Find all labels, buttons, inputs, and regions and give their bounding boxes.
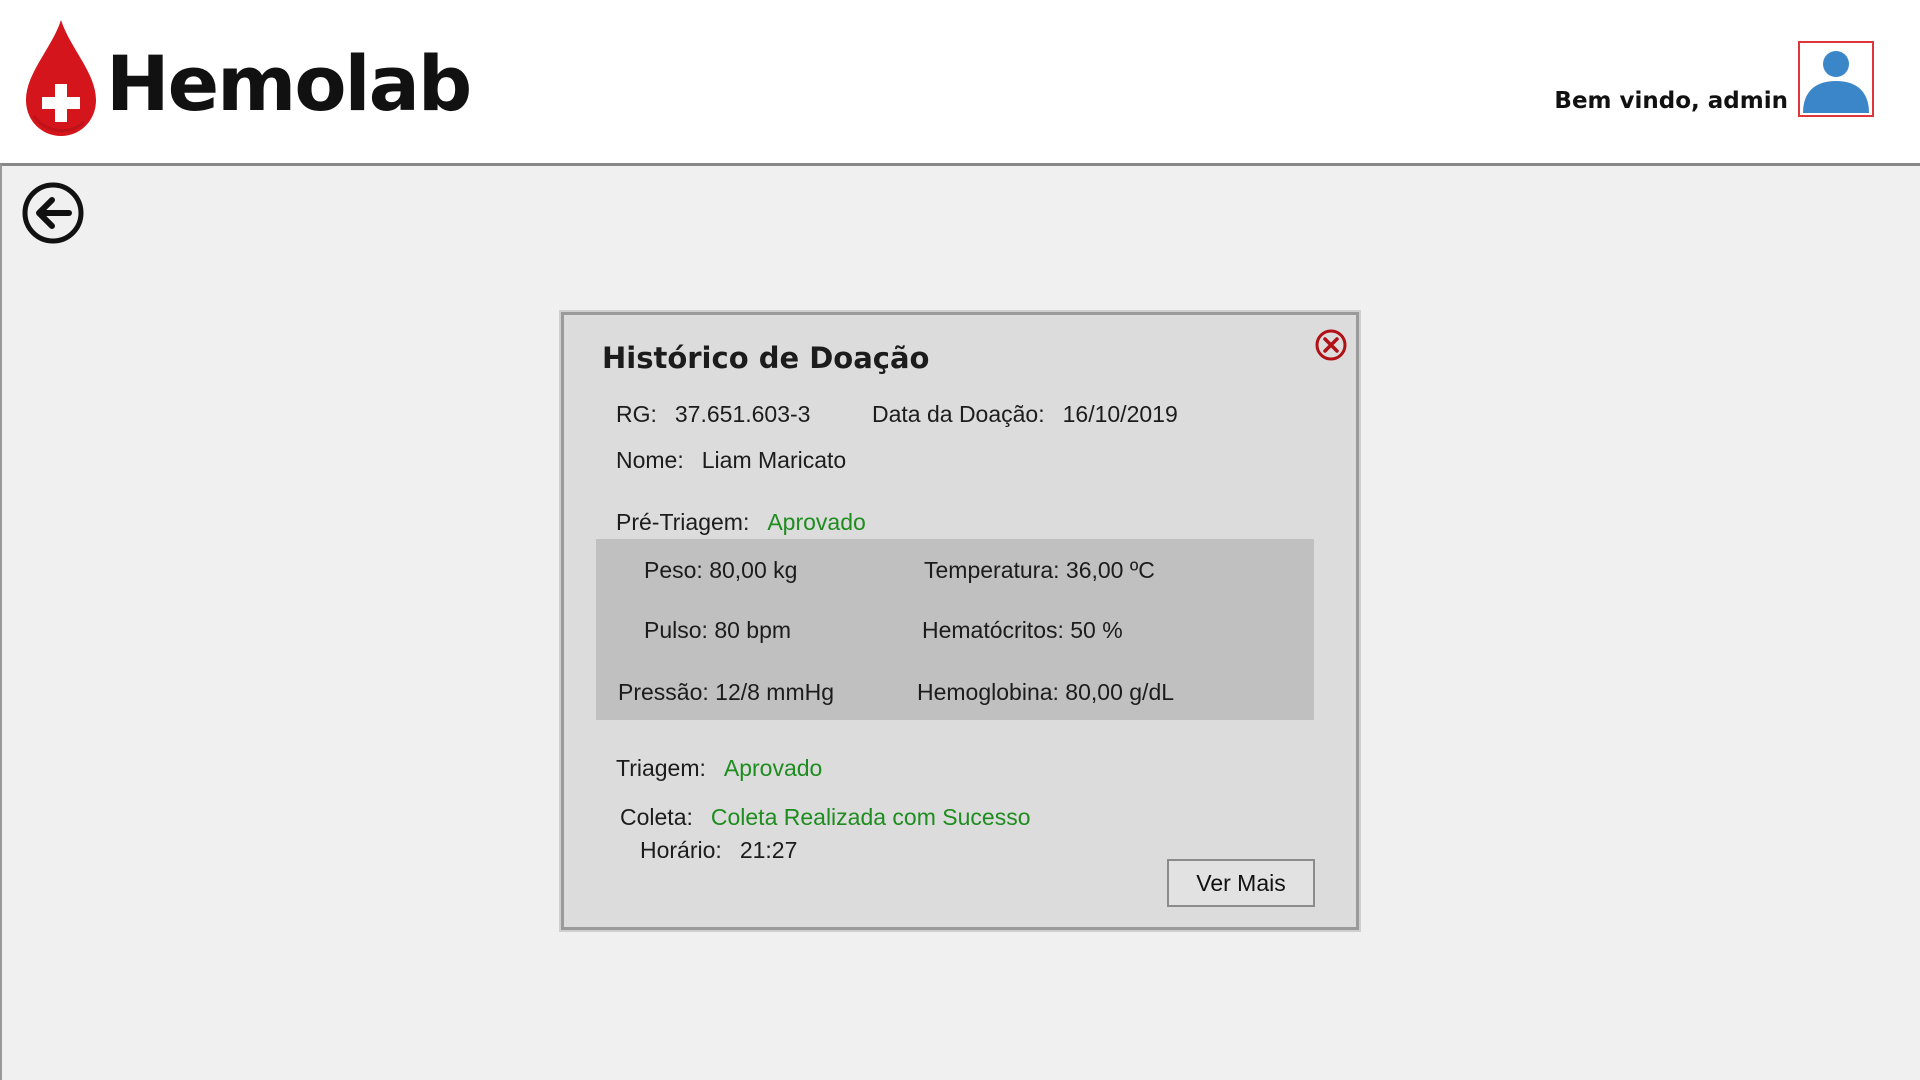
vital-hematocritos: Hematócritos: 50 % [922, 617, 1123, 643]
arrow-left-circle-icon [22, 182, 84, 244]
triagem-row: Triagem: Aprovado [616, 755, 822, 782]
name-label: Nome: [616, 447, 684, 473]
blood-drop-cross-icon [26, 20, 96, 136]
rg-row: RG: 37.651.603-3 [616, 401, 810, 428]
name-row: Nome: Liam Maricato [616, 447, 846, 474]
welcome-text: Bem vindo, admin [1554, 88, 1788, 114]
vital-pressao: Pressão: 12/8 mmHg [618, 679, 835, 705]
date-row: Data da Doação: 16/10/2019 [872, 401, 1178, 428]
coleta-status: Coleta Realizada com Sucesso [710, 804, 1031, 830]
pretriagem-label: Pré-Triagem: [616, 509, 750, 535]
app-header: Hemolab Bem vindo, admin [0, 0, 1920, 163]
user-avatar-button[interactable] [1798, 41, 1874, 117]
pretriagem-row: Pré-Triagem: Aprovado [616, 509, 866, 536]
close-circle-icon [1315, 329, 1347, 361]
date-label: Data da Doação: [872, 401, 1045, 427]
vital-hemoglobina: Hemoglobina: 80,00 g/dL [917, 679, 1175, 705]
vital-temperatura: Temperatura: 36,00 ºC [924, 557, 1155, 583]
ver-mais-button[interactable]: Ver Mais [1167, 859, 1315, 907]
modal-title: Histórico de Doação [602, 341, 930, 375]
rg-label: RG: [616, 401, 657, 427]
vital-peso: Peso: 80,00 kg [644, 557, 798, 583]
horario-row: Horário: 21:27 [640, 837, 797, 864]
user-avatar-icon [1803, 51, 1869, 113]
vitals-panel: Peso: 80,00 kg Temperatura: 36,00 ºC Pul… [596, 539, 1314, 720]
donation-history-modal: Histórico de Doação RG: 37.651.603-3 Data… [561, 312, 1359, 930]
pretriagem-status: Aprovado [767, 509, 866, 535]
name-value: Liam Maricato [701, 447, 847, 473]
back-button[interactable] [21, 181, 85, 245]
horario-value: 21:27 [739, 837, 798, 863]
coleta-label: Coleta: [620, 804, 693, 830]
brand-name: Hemolab [106, 39, 472, 128]
brand-logo: Hemolab [22, 18, 472, 143]
triagem-label: Triagem: [616, 755, 706, 781]
vital-pulso: Pulso: 80 bpm [644, 617, 792, 643]
horario-label: Horário: [640, 837, 722, 863]
triagem-status: Aprovado [723, 755, 823, 781]
coleta-row: Coleta: Coleta Realizada com Sucesso [620, 804, 1030, 831]
date-value: 16/10/2019 [1062, 401, 1178, 427]
rg-value: 37.651.603-3 [674, 401, 811, 427]
close-button[interactable] [1314, 328, 1348, 362]
